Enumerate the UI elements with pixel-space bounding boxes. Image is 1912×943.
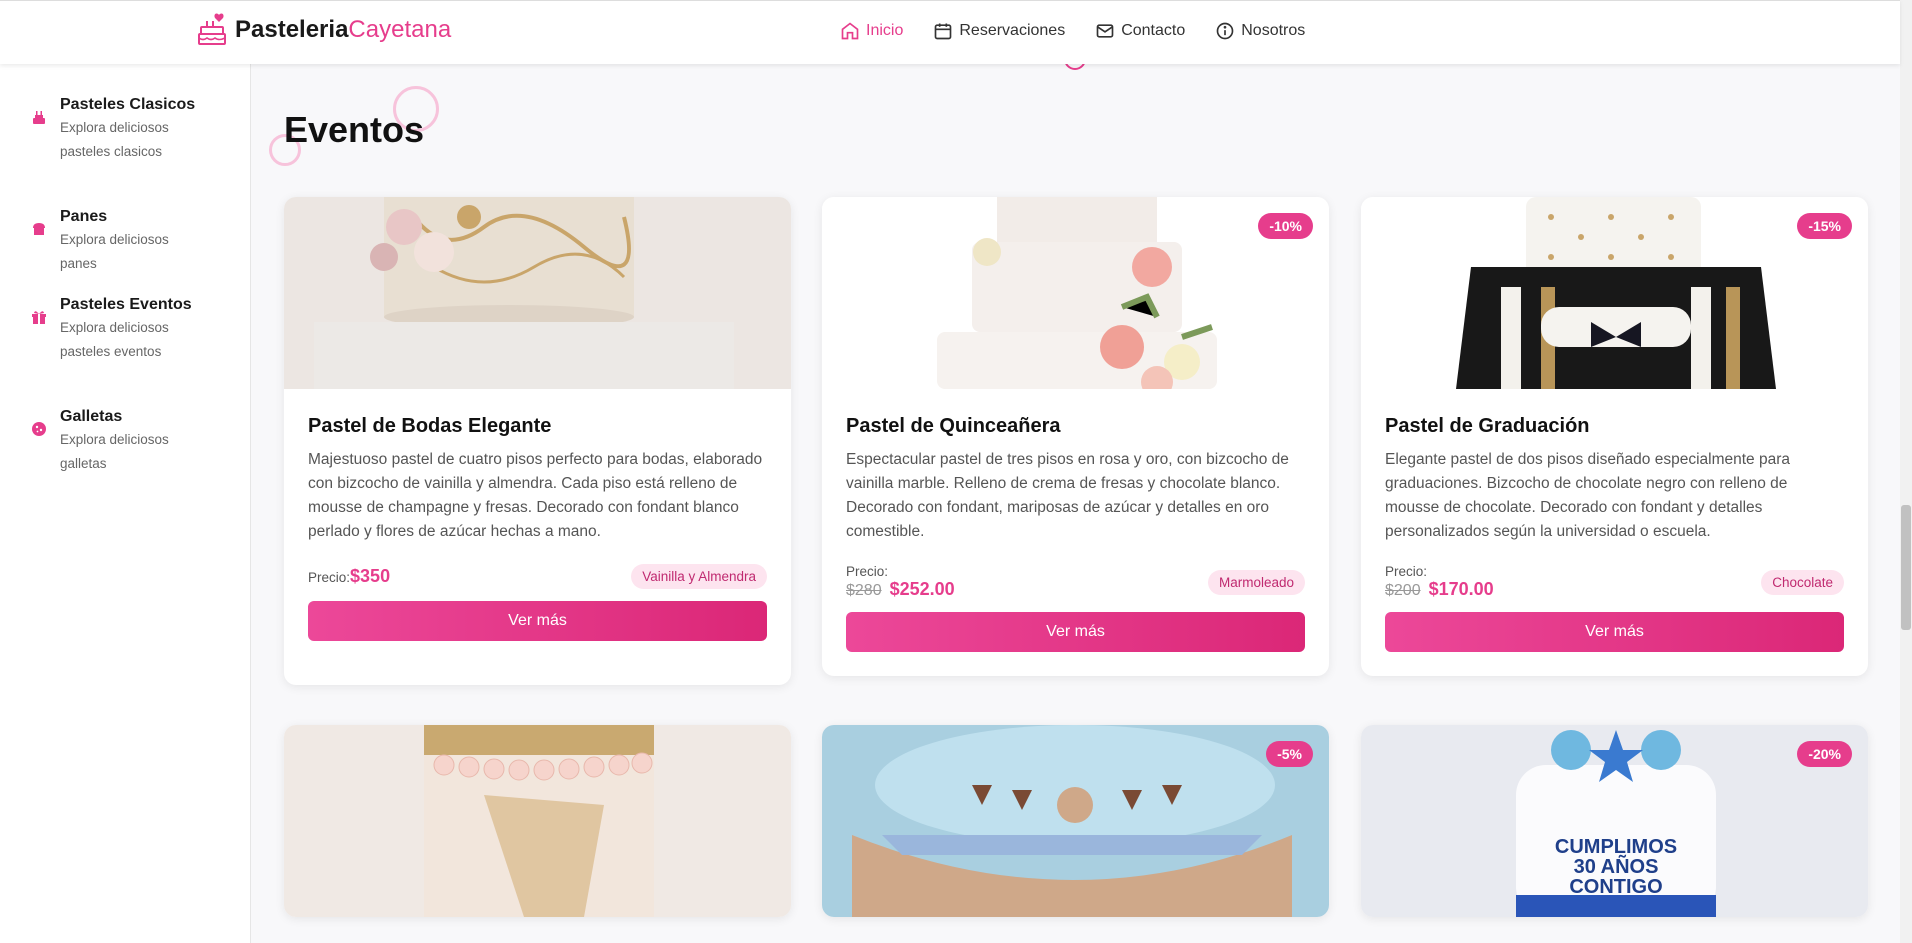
- price-value: $170.00: [1428, 579, 1494, 599]
- sidebar-item-pasteles-clasicos[interactable]: Pasteles Clasicos Explora deliciosos pas…: [0, 94, 250, 164]
- product-image: -10%: [822, 197, 1329, 389]
- price-value: $350: [350, 566, 391, 586]
- sidebar-item-title: Pasteles Clasicos: [60, 96, 196, 113]
- sidebar-item-galletas[interactable]: Galletas Explora deliciosos galletas: [0, 406, 250, 476]
- cake-inscription-line: CONTIGO: [1569, 876, 1663, 898]
- product-description: Majestuoso pastel de cuatro pisos perfec…: [308, 451, 763, 540]
- product-card: CUMPLIMOS 30 AÑOS CONTIGO -20%: [1361, 725, 1868, 917]
- sidebar-item-desc: Explora deliciosos galletas: [60, 432, 169, 471]
- nav-label: Contacto: [1121, 22, 1186, 39]
- brand-name-light: Cayetana: [348, 16, 452, 43]
- price-value: $252.00: [889, 579, 955, 599]
- top-navbar: Pasteleria Cayetana Inicio Reservaciones …: [0, 0, 1900, 64]
- product-image: [284, 725, 791, 917]
- graduation-cake-image: [1361, 197, 1868, 389]
- product-card: -10% Pastel de Quinceañera Espectacular …: [822, 197, 1329, 676]
- scrollbar-thumb[interactable]: [1901, 505, 1911, 630]
- sidebar-item-desc: Explora deliciosos pasteles clasicos: [60, 120, 169, 159]
- bread-icon: [33, 223, 45, 235]
- product-card: Pastel de Bodas Elegante Majestuoso past…: [284, 197, 791, 685]
- main-content: Eventos Pastel de Bodas Elegante Majestu…: [251, 64, 1900, 943]
- product-image: -15%: [1361, 197, 1868, 389]
- original-price: $200: [1385, 582, 1421, 599]
- flavor-badge: Vainilla y Almendra: [631, 564, 767, 589]
- calendar-icon: [935, 23, 952, 40]
- wedding-cake-image: [284, 197, 791, 389]
- product-image: CUMPLIMOS 30 AÑOS CONTIGO -20%: [1361, 725, 1868, 917]
- discount-badge: -10%: [1258, 213, 1313, 239]
- page-title: Eventos: [284, 109, 425, 150]
- product-description: Elegante pastel de dos pisos diseñado es…: [1385, 451, 1790, 540]
- sidebar-item-pasteles-eventos[interactable]: Pasteles Eventos Explora deliciosos past…: [0, 294, 250, 364]
- brand-logo[interactable]: Pasteleria Cayetana: [197, 13, 451, 47]
- category-sidebar: Pasteles Clasicos Explora deliciosos pas…: [0, 64, 251, 943]
- nav-contacto[interactable]: Contacto: [1095, 21, 1185, 41]
- price-row: Precio:$350 Vainilla y Almendra: [308, 564, 767, 589]
- cake-icon: [33, 111, 45, 124]
- product-title: Pastel de Bodas Elegante: [308, 415, 552, 437]
- nav-label: Nosotros: [1241, 22, 1306, 39]
- price-label: Precio:: [308, 570, 351, 585]
- info-icon: [1216, 22, 1234, 40]
- discount-badge: -15%: [1797, 213, 1852, 239]
- ver-mas-button[interactable]: Ver más: [846, 612, 1305, 652]
- nav-label: Inicio: [866, 22, 904, 39]
- cookie-icon: [32, 422, 46, 436]
- product-card: -5%: [822, 725, 1329, 917]
- nav-nosotros[interactable]: Nosotros: [1215, 21, 1305, 41]
- sidebar-item-panes[interactable]: Panes Explora deliciosos panes: [0, 206, 250, 276]
- price-row: Precio: $280 $252.00 Marmoleado: [846, 564, 1305, 600]
- flavor-badge: Marmoleado: [1207, 569, 1305, 595]
- decorative-circle: [1064, 64, 1086, 70]
- cake-inscription-line: 30 AÑOS: [1573, 856, 1659, 878]
- product-title: Pastel de Graduación: [1385, 415, 1590, 437]
- nav-label: Reservaciones: [959, 22, 1066, 39]
- product-card: [284, 725, 791, 917]
- home-icon: [841, 22, 859, 40]
- page-scrollbar[interactable]: [1900, 0, 1912, 943]
- product-image: [284, 197, 791, 389]
- baby-cake-image: [822, 725, 1329, 917]
- price-row: Precio: $200 $170.00 Chocolate: [1385, 564, 1844, 600]
- mail-icon: [1096, 24, 1114, 38]
- original-price: $280: [846, 582, 882, 599]
- sidebar-item-desc: Explora deliciosos panes: [60, 232, 169, 271]
- sidebar-item-desc: Explora deliciosos pasteles eventos: [60, 320, 169, 359]
- quinceanera-cake-image: [822, 197, 1329, 389]
- price-label: Precio:: [1385, 564, 1428, 579]
- sidebar-item-title: Panes: [60, 208, 108, 225]
- gold-cake-image: [284, 725, 791, 917]
- product-image: -5%: [822, 725, 1329, 917]
- cake-inscription-line: CUMPLIMOS: [1554, 836, 1678, 858]
- product-description: Espectacular pastel de tres pisos en ros…: [846, 451, 1289, 540]
- nav-reservaciones[interactable]: Reservaciones: [933, 21, 1065, 41]
- gift-icon: [32, 311, 46, 324]
- nav-inicio[interactable]: Inicio: [840, 21, 903, 41]
- ver-mas-button[interactable]: Ver más: [308, 601, 767, 641]
- discount-badge: -5%: [1266, 741, 1313, 767]
- flavor-badge: Chocolate: [1761, 569, 1844, 595]
- sidebar-item-title: Pasteles Eventos: [60, 296, 192, 313]
- main-nav: Inicio Reservaciones Contacto Nosotros: [840, 21, 1305, 41]
- cake-logo-icon: [198, 13, 226, 45]
- product-title: Pastel de Quinceañera: [846, 415, 1061, 437]
- cake-inscription: CUMPLIMOS 30 AÑOS CONTIGO: [1511, 837, 1721, 897]
- brand-name-bold: Pasteleria: [235, 16, 349, 43]
- ver-mas-button[interactable]: Ver más: [1385, 612, 1844, 652]
- product-card: -15% Pastel de Graduación Elegante paste…: [1361, 197, 1868, 676]
- price-label: Precio:: [846, 564, 889, 579]
- sidebar-item-title: Galletas: [60, 408, 123, 425]
- discount-badge: -20%: [1797, 741, 1852, 767]
